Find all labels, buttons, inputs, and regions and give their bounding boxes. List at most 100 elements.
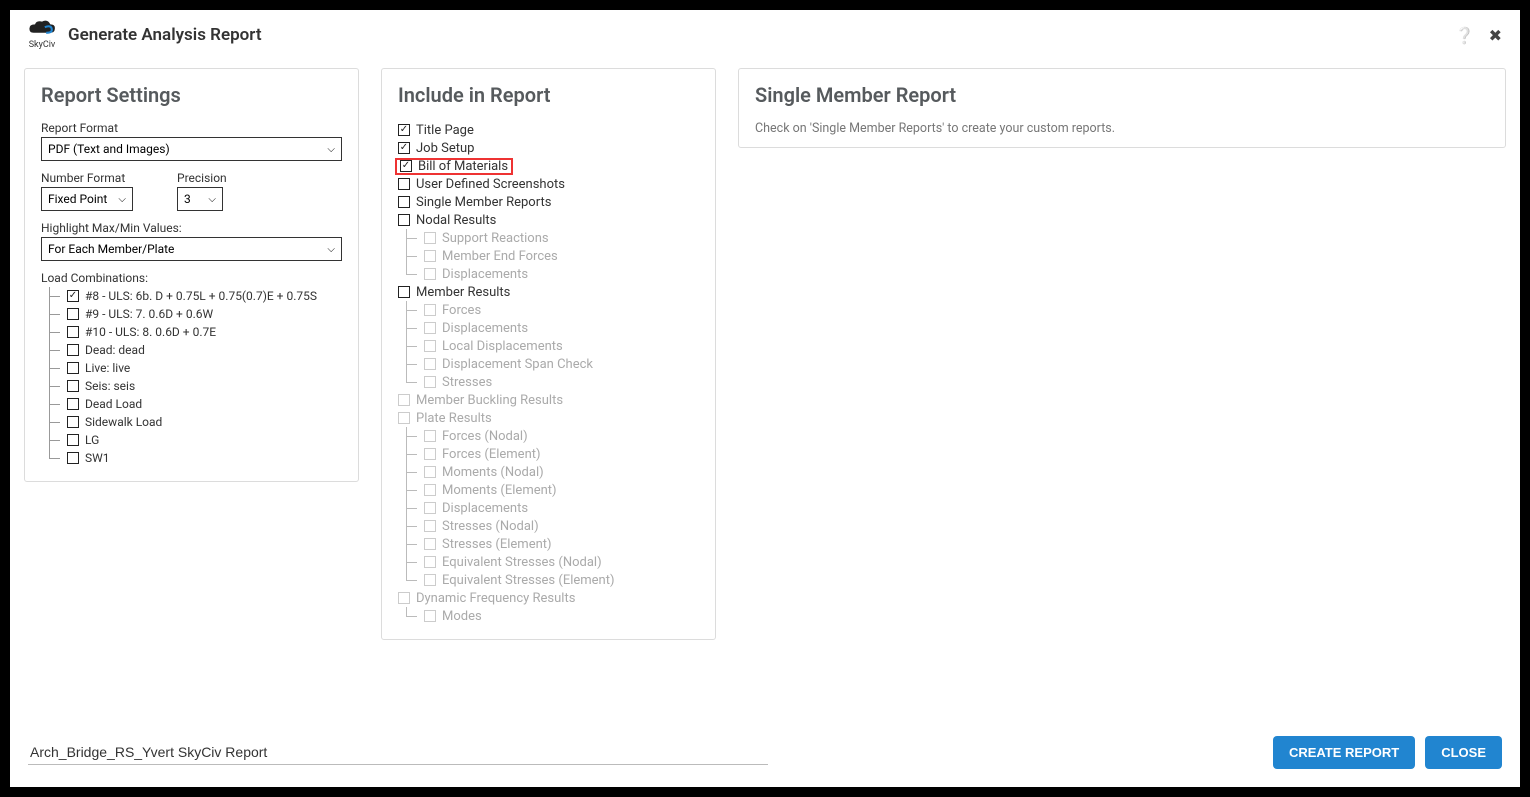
include-plate-forces-nodal[interactable]: Forces (Nodal) [398,427,699,445]
checkbox[interactable] [424,538,436,550]
include-stresses[interactable]: Stresses [398,373,699,391]
checkbox[interactable] [424,232,436,244]
close-icon[interactable]: ✖ [1489,26,1502,45]
checkbox[interactable] [400,160,412,172]
include-member-end-forces[interactable]: Member End Forces [398,247,699,265]
checkbox[interactable] [67,290,79,302]
load-comb-item[interactable]: LG [41,431,342,449]
report-format-value: PDF (Text and Images) [48,142,170,156]
include-nodal[interactable]: Nodal Results [398,211,699,229]
precision-value: 3 [184,192,191,206]
close-button[interactable]: CLOSE [1425,736,1502,769]
checkbox[interactable] [67,380,79,392]
checkbox[interactable] [424,268,436,280]
checkbox[interactable] [424,322,436,334]
include-plate-forces-element[interactable]: Forces (Element) [398,445,699,463]
load-comb-item[interactable]: SW1 [41,449,342,467]
chevron-down-icon: ⌵ [118,194,126,205]
checkbox[interactable] [67,452,79,464]
load-comb-item[interactable]: #9 - ULS: 7. 0.6D + 0.6W [41,305,342,323]
checkbox[interactable] [398,286,410,298]
report-format-label: Report Format [41,121,342,135]
report-settings-panel: Report Settings Report Format PDF (Text … [24,68,359,482]
load-comb-item[interactable]: Dead Load [41,395,342,413]
load-comb-item[interactable]: #8 - ULS: 6b. D + 0.75L + 0.75(0.7)E + 0… [41,287,342,305]
load-comb-item[interactable]: Sidewalk Load [41,413,342,431]
include-plate-displacements[interactable]: Displacements [398,499,699,517]
checkbox[interactable] [424,376,436,388]
load-comb-item[interactable]: Seis: seis [41,377,342,395]
include-modes[interactable]: Modes [398,607,699,625]
checkbox[interactable] [398,196,410,208]
report-format-select[interactable]: PDF (Text and Images) ⌵ [41,137,342,161]
checkbox[interactable] [398,412,410,424]
include-nodal-displacements[interactable]: Displacements [398,265,699,283]
checkbox[interactable] [424,250,436,262]
include-member-results[interactable]: Member Results [398,283,699,301]
checkbox[interactable] [67,308,79,320]
checkbox[interactable] [424,448,436,460]
modal-header: SkyCiv Generate Analysis Report ❔ ✖ [10,10,1520,60]
include-uds[interactable]: User Defined Screenshots [398,175,699,193]
checkbox[interactable] [398,178,410,190]
include-plate-eq-stresses-element[interactable]: Equivalent Stresses (Element) [398,571,699,589]
logo: SkyCiv [28,20,56,50]
checkbox[interactable] [67,416,79,428]
include-displacements[interactable]: Displacements [398,319,699,337]
highlight-label: Highlight Max/Min Values: [41,221,342,235]
checkbox[interactable] [398,214,410,226]
checkbox[interactable] [398,124,410,136]
checkbox[interactable] [67,434,79,446]
highlight-select[interactable]: For Each Member/Plate ⌵ [41,237,342,261]
include-plate-eq-stresses-nodal[interactable]: Equivalent Stresses (Nodal) [398,553,699,571]
checkbox[interactable] [424,520,436,532]
include-dynamic[interactable]: Dynamic Frequency Results [398,589,699,607]
load-comb-item[interactable]: #10 - ULS: 8. 0.6D + 0.7E [41,323,342,341]
checkbox[interactable] [67,326,79,338]
include-plate-moments-element[interactable]: Moments (Element) [398,481,699,499]
checkbox[interactable] [67,398,79,410]
include-title: Include in Report [398,83,699,107]
load-comb-label: Load Combinations: [41,271,342,285]
include-plate-stresses-element[interactable]: Stresses (Element) [398,535,699,553]
checkbox[interactable] [424,340,436,352]
create-report-button[interactable]: CREATE REPORT [1273,736,1415,769]
include-smr[interactable]: Single Member Reports [398,193,699,211]
include-title-page[interactable]: Title Page [398,121,699,139]
load-comb-item[interactable]: Live: live [41,359,342,377]
checkbox[interactable] [424,502,436,514]
checkbox[interactable] [398,142,410,154]
include-plate[interactable]: Plate Results [398,409,699,427]
checkbox[interactable] [424,358,436,370]
report-name-input[interactable] [28,740,768,765]
checkbox[interactable] [424,304,436,316]
single-member-hint: Check on 'Single Member Reports' to crea… [755,121,1489,136]
include-bom[interactable]: Bill of Materials [398,157,699,175]
include-job-setup[interactable]: Job Setup [398,139,699,157]
checkbox[interactable] [67,362,79,374]
number-format-select[interactable]: Fixed Point ⌵ [41,187,133,211]
checkbox[interactable] [398,394,410,406]
modal-footer: CREATE REPORT CLOSE [10,728,1520,787]
checkbox[interactable] [424,484,436,496]
include-buckling[interactable]: Member Buckling Results [398,391,699,409]
modal-title: Generate Analysis Report [68,25,1443,45]
include-local-displacements[interactable]: Local Displacements [398,337,699,355]
include-plate-stresses-nodal[interactable]: Stresses (Nodal) [398,517,699,535]
include-forces[interactable]: Forces [398,301,699,319]
precision-select[interactable]: 3 ⌵ [177,187,223,211]
checkbox[interactable] [398,592,410,604]
load-comb-item[interactable]: Dead: dead [41,341,342,359]
checkbox[interactable] [424,466,436,478]
precision-label: Precision [177,171,227,185]
checkbox[interactable] [424,430,436,442]
include-span-check[interactable]: Displacement Span Check [398,355,699,373]
include-plate-moments-nodal[interactable]: Moments (Nodal) [398,463,699,481]
number-format-value: Fixed Point [48,192,107,206]
help-icon[interactable]: ❔ [1455,26,1475,45]
checkbox[interactable] [67,344,79,356]
include-support-reactions[interactable]: Support Reactions [398,229,699,247]
checkbox[interactable] [424,610,436,622]
checkbox[interactable] [424,574,436,586]
checkbox[interactable] [424,556,436,568]
